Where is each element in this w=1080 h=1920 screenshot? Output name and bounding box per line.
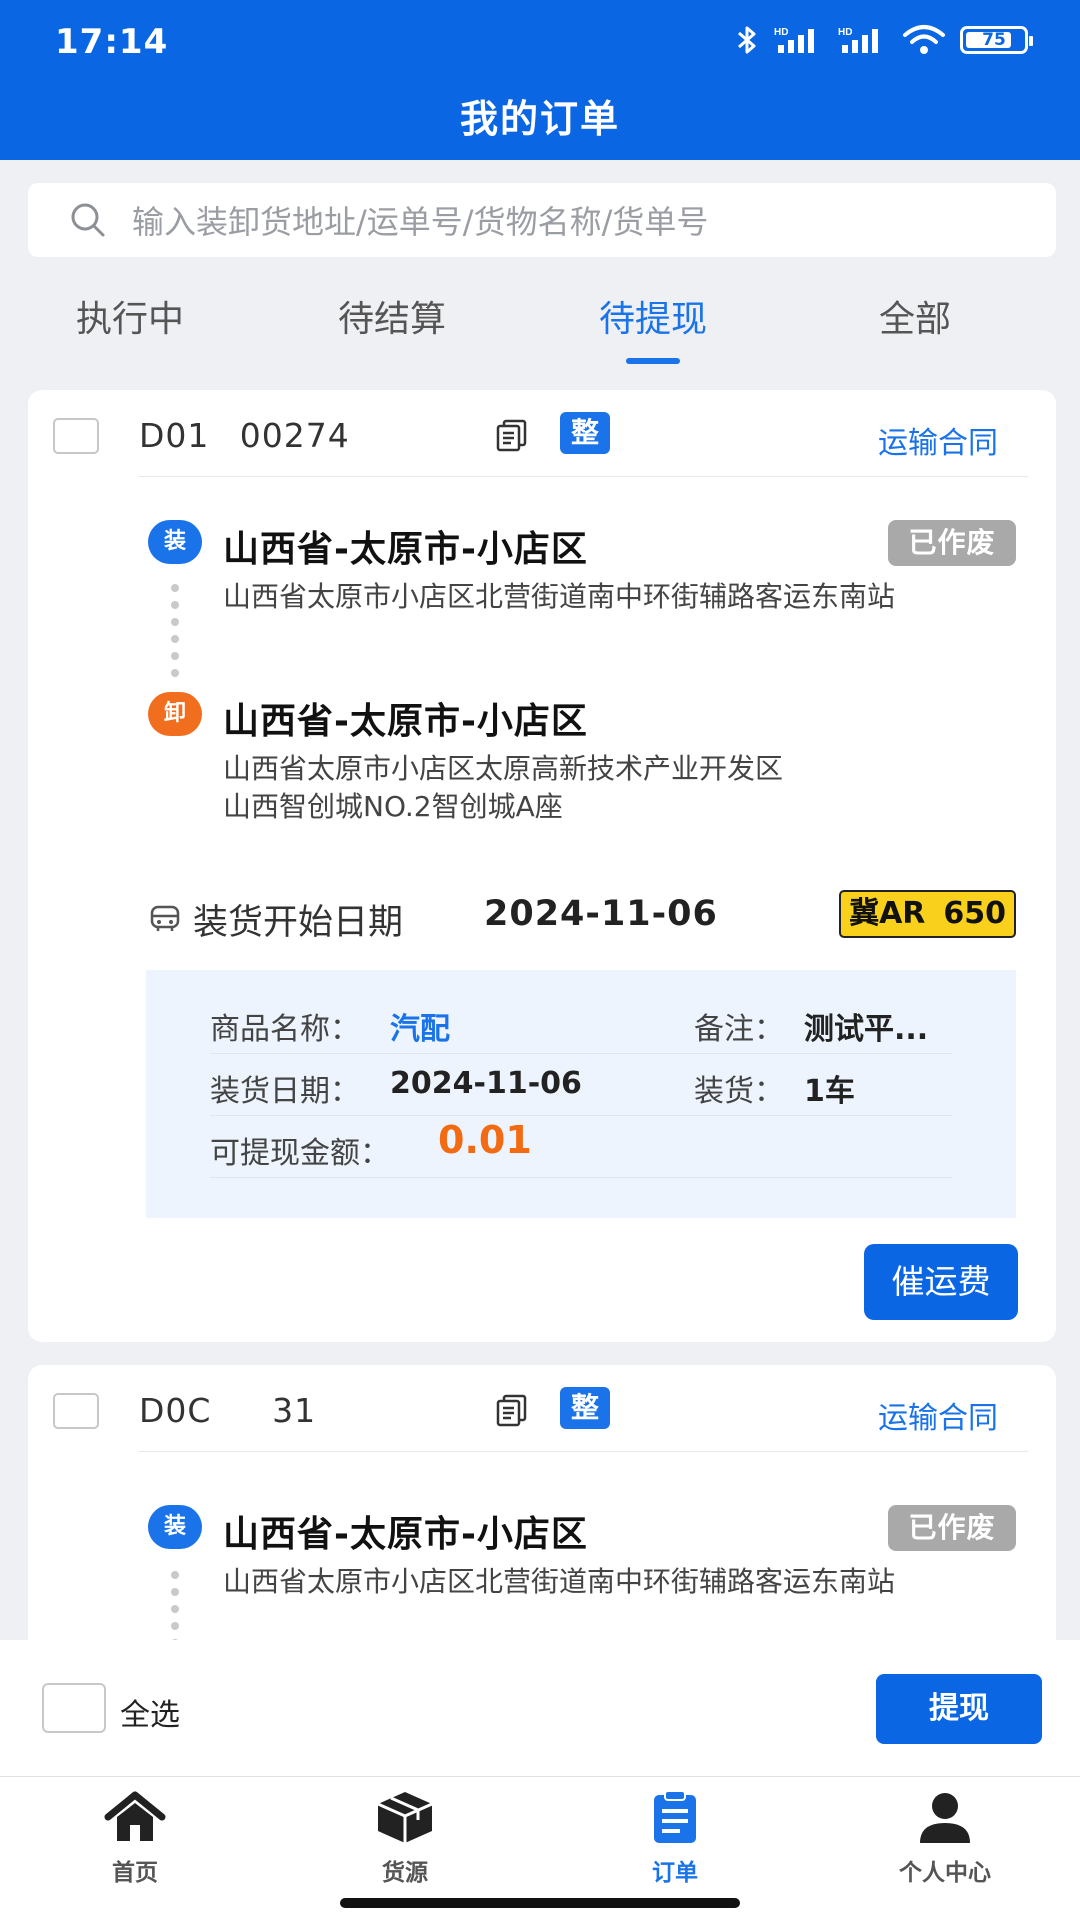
tab-active-indicator bbox=[626, 358, 680, 364]
home-icon bbox=[104, 1791, 166, 1841]
load-pin: 装 bbox=[148, 520, 202, 564]
battery-level: 75 bbox=[982, 30, 1006, 50]
order-tabs: 执行中 待结算 待提现 全部 bbox=[0, 290, 1080, 370]
withdraw-button[interactable]: 提现 bbox=[876, 1674, 1042, 1744]
full-load-badge: 整 bbox=[560, 412, 610, 454]
order-number: D01 00274 bbox=[139, 416, 350, 455]
order-checkbox[interactable] bbox=[53, 1393, 99, 1429]
nav-item-home[interactable]: 首页 bbox=[35, 1789, 235, 1887]
order-checkbox[interactable] bbox=[53, 418, 99, 454]
cellular-signal-icon: HD bbox=[774, 27, 814, 53]
tab-pending-settlement[interactable]: 待结算 bbox=[292, 290, 492, 342]
load-count-label: 装货： bbox=[694, 1074, 784, 1109]
order-info-box: 商品名称： 汽配 备注： 测试平... 装货日期： 2024-11-06 装货：… bbox=[146, 970, 1016, 1218]
load-start-date-label: 装货开始日期 bbox=[193, 903, 404, 943]
transport-contract-link[interactable]: 运输合同 bbox=[878, 418, 998, 462]
goods-label: 商品名称： bbox=[210, 1012, 360, 1047]
select-all-label[interactable]: 全选 bbox=[120, 1690, 180, 1734]
goods-value: 汽配 bbox=[390, 1012, 450, 1047]
copy-icon[interactable] bbox=[495, 418, 529, 452]
load-region: 山西省-太原市-小店区 bbox=[223, 1514, 588, 1555]
nav-label-orders: 订单 bbox=[652, 1860, 698, 1886]
search-icon bbox=[71, 203, 105, 237]
nav-item-orders[interactable]: 订单 bbox=[575, 1789, 775, 1887]
info-row-amount: 可提现金额： 0.01 bbox=[210, 1116, 952, 1178]
load-start-date-value: 2024-11-06 bbox=[484, 894, 718, 934]
load-date-value: 2024-11-06 bbox=[390, 1066, 582, 1101]
search-placeholder: 输入装卸货地址/运单号/货物名称/货单号 bbox=[132, 203, 709, 241]
load-region: 山西省-太原市-小店区 bbox=[223, 529, 588, 570]
remark-label: 备注： bbox=[694, 1012, 784, 1047]
load-address: 山西省太原市小店区北营街道南中环街辅路客运东南站 bbox=[223, 1565, 896, 1598]
box-icon bbox=[377, 1792, 433, 1843]
search-input[interactable]: 输入装卸货地址/运单号/货物名称/货单号 bbox=[28, 183, 1056, 257]
unload-address-line2: 山西智创城NO.2智创城A座 bbox=[223, 790, 563, 823]
status-badge: 已作废 bbox=[888, 1505, 1016, 1551]
full-load-badge: 整 bbox=[560, 1387, 610, 1429]
home-indicator[interactable] bbox=[340, 1898, 740, 1908]
order-card-header: D0C 31 整 运输合同 bbox=[28, 1365, 1056, 1455]
nav-item-profile[interactable]: 个人中心 bbox=[845, 1789, 1045, 1887]
truck-icon bbox=[150, 905, 180, 931]
header: 17:14 HD HD 75 我的订单 bbox=[0, 0, 1080, 160]
copy-icon[interactable] bbox=[495, 1393, 529, 1427]
unload-region: 山西省-太原市-小店区 bbox=[223, 701, 588, 742]
divider bbox=[138, 1451, 1028, 1452]
cellular-signal-icon: HD bbox=[838, 27, 878, 53]
status-icons: HD HD 75 bbox=[734, 24, 1033, 56]
battery-icon: 75 bbox=[960, 26, 1033, 54]
status-bar: 17:14 HD HD 75 bbox=[0, 0, 1080, 80]
tab-all[interactable]: 全部 bbox=[815, 290, 1015, 342]
divider bbox=[138, 476, 1028, 477]
withdrawable-amount-label: 可提现金额： bbox=[210, 1136, 390, 1171]
nav-label-home: 首页 bbox=[112, 1860, 158, 1886]
load-address: 山西省太原市小店区北营街道南中环街辅路客运东南站 bbox=[223, 580, 896, 613]
network-type-label: HD bbox=[838, 27, 852, 38]
remark-value: 测试平... bbox=[804, 1012, 929, 1047]
load-pin: 装 bbox=[148, 1505, 202, 1549]
tab-executing[interactable]: 执行中 bbox=[30, 290, 230, 342]
info-row-load: 装货日期： 2024-11-06 装货： 1车 bbox=[210, 1054, 952, 1116]
nav-item-cargo[interactable]: 货源 bbox=[305, 1789, 505, 1887]
status-time: 17:14 bbox=[55, 22, 169, 62]
network-type-label: HD bbox=[774, 27, 788, 38]
order-card[interactable]: D01 00274 整 运输合同 装 山西省-太原市-小店区 山西省太原市小店区… bbox=[28, 390, 1056, 1342]
license-plate: 冀AR 650 bbox=[839, 890, 1016, 938]
urge-freight-button[interactable]: 催运费 bbox=[864, 1244, 1018, 1320]
info-row-goods: 商品名称： 汽配 备注： 测试平... bbox=[210, 992, 952, 1054]
unload-address-line1: 山西省太原市小店区太原高新技术产业开发区 bbox=[223, 752, 784, 785]
page-title: 我的订单 bbox=[459, 97, 620, 141]
order-number: D0C 31 bbox=[139, 1391, 317, 1430]
status-badge: 已作废 bbox=[888, 520, 1016, 566]
nav-label-cargo: 货源 bbox=[382, 1860, 428, 1886]
select-all-checkbox[interactable] bbox=[42, 1683, 106, 1733]
load-date-label: 装货日期： bbox=[210, 1074, 360, 1109]
unload-pin: 卸 bbox=[148, 692, 202, 736]
person-icon bbox=[920, 1793, 970, 1843]
load-count-value: 1车 bbox=[804, 1074, 855, 1109]
nav-label-profile: 个人中心 bbox=[899, 1860, 991, 1886]
transport-contract-link[interactable]: 运输合同 bbox=[878, 1393, 998, 1437]
load-start-date-row: 装货开始日期 2024-11-06 冀AR 650 bbox=[28, 890, 1056, 950]
wifi-icon bbox=[903, 25, 945, 54]
tab-pending-withdrawal[interactable]: 待提现 bbox=[553, 290, 753, 364]
bulk-action-bar: 全选 提现 bbox=[0, 1640, 1080, 1776]
order-icon bbox=[654, 1790, 696, 1843]
route-connector bbox=[171, 584, 179, 686]
order-card-header: D01 00274 整 运输合同 bbox=[28, 390, 1056, 480]
bluetooth-icon bbox=[738, 26, 756, 54]
withdrawable-amount-value: 0.01 bbox=[438, 1118, 532, 1162]
